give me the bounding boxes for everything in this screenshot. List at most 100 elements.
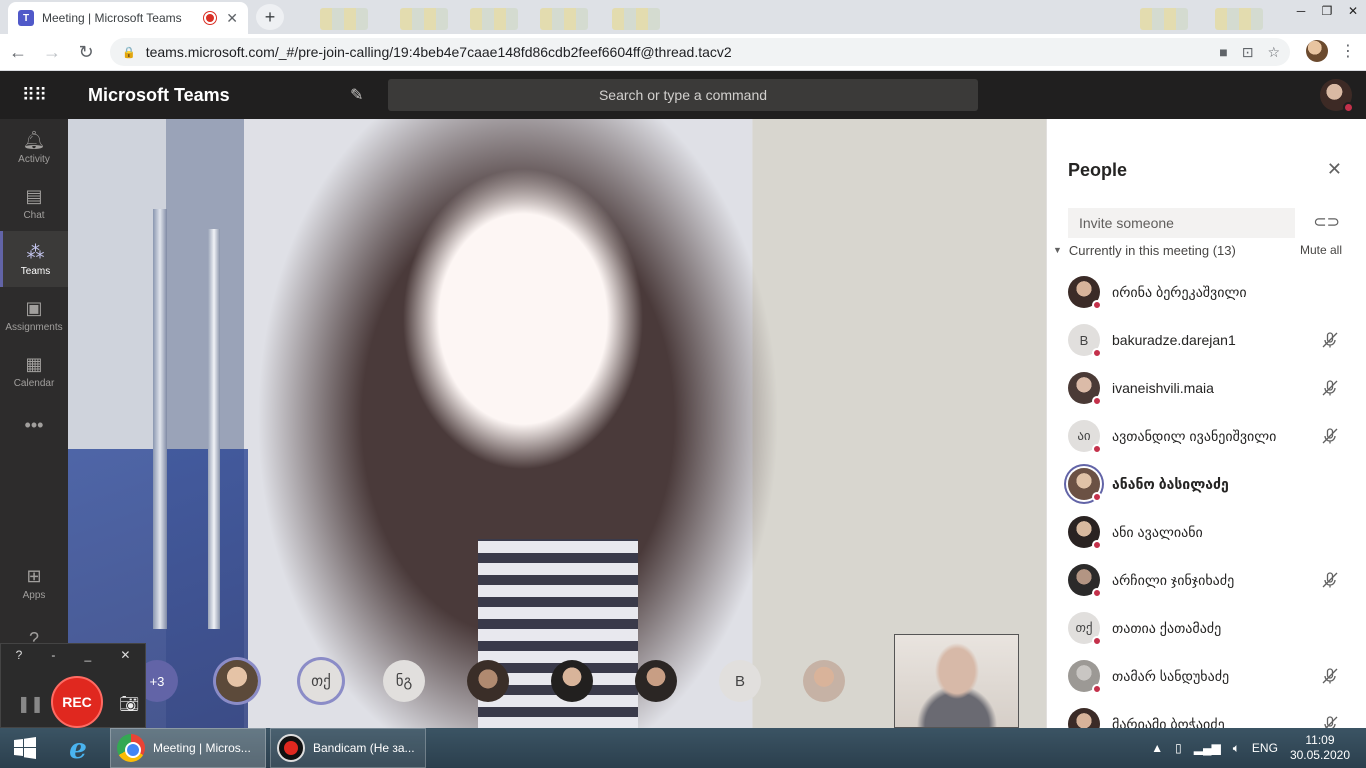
new-tab-button[interactable]: + [256,4,284,30]
mic-off-icon[interactable] [1321,379,1339,397]
list-item[interactable]: აი ავთანდილ ივანეიშვილი [1047,412,1366,460]
windows-taskbar: e Meeting | Micros... Bandicam (Не за...… [0,728,1366,768]
taskbar-chrome-window[interactable]: Meeting | Micros... [110,728,266,768]
list-item[interactable]: ანი ავალიანი [1047,508,1366,556]
participant-avatar[interactable]: B [719,660,761,702]
more-apps-button[interactable]: ••• [0,399,68,455]
list-item[interactable]: ანანო ბასილაძე [1047,460,1366,508]
minimize-icon[interactable]: ─ [1288,0,1314,22]
window-controls: ─ ❐ ✕ [1288,0,1366,22]
participant-avatar[interactable] [216,660,258,702]
back-icon[interactable]: ← [2,36,34,68]
internet-explorer-icon[interactable]: e [50,728,106,768]
presence-busy-icon [1092,588,1102,598]
list-item[interactable]: თქ თათია ქათამაძე [1047,604,1366,652]
clock-time: 11:09 [1305,733,1335,747]
list-item[interactable]: მარიამი ბოჭაიძე [1047,700,1366,728]
maximize-icon[interactable]: ❐ [1314,0,1340,22]
taskbar-window-label: Bandicam (Не за... [313,741,415,755]
participant-name: ანი ავალიანი [1112,523,1203,540]
copy-link-icon[interactable]: ⊂⊃ [1313,212,1340,232]
recorder-close-icon[interactable]: ✕ [120,648,130,662]
mic-off-icon[interactable] [1321,667,1339,685]
new-chat-icon[interactable]: ✎ [350,85,363,105]
participant-avatar[interactable]: თქ [300,660,342,702]
close-window-icon[interactable]: ✕ [1340,0,1366,22]
participant-avatar[interactable] [635,660,677,702]
rail-item-chat[interactable]: ▤ Chat [0,175,68,231]
tab-title: Meeting | Microsoft Teams [42,11,182,25]
taskbar-bandicam-window[interactable]: Bandicam (Не за... [270,728,426,768]
clock[interactable]: 11:09 30.05.2020 [1290,733,1350,763]
close-panel-icon[interactable]: ✕ [1327,159,1342,180]
teams-icon: ⁂ [26,241,45,262]
list-item[interactable]: არჩილი ჯინჯიხაძე [1047,556,1366,604]
background-decoration [320,8,368,30]
my-profile-avatar[interactable] [1320,79,1354,113]
reload-icon[interactable]: ↻ [70,36,102,68]
mic-off-icon[interactable] [1321,715,1339,728]
avatar [1068,516,1102,550]
recorder-minimize-icon[interactable]: _ [85,648,92,662]
rail-item-assignments[interactable]: ▣ Assignments [0,287,68,343]
avatar [1068,708,1100,728]
invite-someone-input[interactable] [1068,208,1295,238]
avatar [1068,276,1102,310]
close-tab-icon[interactable]: ✕ [226,10,238,27]
show-hidden-icons-icon[interactable]: ▲ [1151,741,1163,755]
start-button[interactable] [0,728,50,768]
list-item[interactable]: ირინა ბერეკაშვილი [1047,268,1366,316]
screenshot-camera-icon[interactable]: 📷︎ [119,694,139,714]
bell-icon: 🔔︎ [22,129,46,150]
browser-tab[interactable]: T Meeting | Microsoft Teams ✕ [8,2,248,34]
rail-item-teams[interactable]: ⁂ Teams [0,231,68,287]
mute-all-button[interactable]: Mute all [1300,243,1342,257]
browser-profile-area: ⋮ [1306,40,1356,62]
lock-icon: 🔒 [122,46,136,59]
language-indicator[interactable]: ENG [1252,741,1278,755]
participant-avatar[interactable] [467,660,509,702]
bandicam-icon [277,734,305,762]
participant-name: თამარ სანდუხაძე [1112,667,1230,684]
rail-item-apps[interactable]: ⊞ Apps [0,555,68,611]
address-bar-row: ← → ↻ 🔒 teams.microsoft.com/_#/pre-join-… [0,34,1366,71]
panel-title: People [1068,160,1128,180]
profile-avatar[interactable] [1306,40,1328,62]
device-icon[interactable]: ▯ [1175,741,1182,755]
list-item[interactable]: B bakuradze.darejan1 [1047,316,1366,364]
self-video-preview[interactable] [894,634,1019,728]
mic-off-icon[interactable] [1321,331,1339,349]
background-decoration [540,8,588,30]
record-button[interactable]: REC [51,676,103,728]
rail-item-activity[interactable]: 🔔︎ Activity [0,119,68,175]
background-decoration [612,8,660,30]
recorder-help-icon[interactable]: ? [16,648,23,662]
translate-icon[interactable]: ⊡ [1242,44,1254,61]
participant-avatar[interactable] [551,660,593,702]
camera-in-use-icon[interactable]: ■ [1219,44,1227,61]
people-panel: People ✕ ⊂⊃ ▼ Currently in this meeting … [1046,119,1366,728]
bookmark-star-icon[interactable]: ☆ [1267,44,1280,61]
list-item[interactable]: თამარ სანდუხაძე [1047,652,1366,700]
network-signal-icon[interactable]: ▂▄▆ [1194,741,1221,755]
bandicam-recorder-widget: ? - _ ✕ ❚❚ REC 📷︎ [0,643,146,728]
rail-item-calendar[interactable]: ▦ Calendar [0,343,68,399]
presence-busy-icon [1092,444,1102,454]
forward-icon[interactable]: → [36,36,68,68]
volume-icon[interactable]: 🔈︎ [1233,741,1240,756]
participant-avatar[interactable]: ნგ [383,660,425,702]
mic-off-icon[interactable] [1321,427,1339,445]
list-item[interactable]: ivaneishvili.maia [1047,364,1366,412]
app-launcher-icon[interactable]: ⠿⠿ [0,71,68,119]
video-subject-shirt [478,539,638,728]
recording-indicator-icon [204,12,217,24]
pause-icon[interactable]: ❚❚ [17,694,44,714]
participant-avatar[interactable] [803,660,845,702]
avatar-initials: აი [1077,428,1091,443]
browser-menu-icon[interactable]: ⋮ [1340,41,1356,61]
recorder-dash-icon[interactable]: - [51,648,55,662]
background-decoration [400,8,448,30]
command-search-box[interactable]: Search or type a command [388,79,978,111]
mic-off-icon[interactable] [1321,571,1339,589]
url-bar[interactable]: 🔒 teams.microsoft.com/_#/pre-join-callin… [110,38,1290,66]
